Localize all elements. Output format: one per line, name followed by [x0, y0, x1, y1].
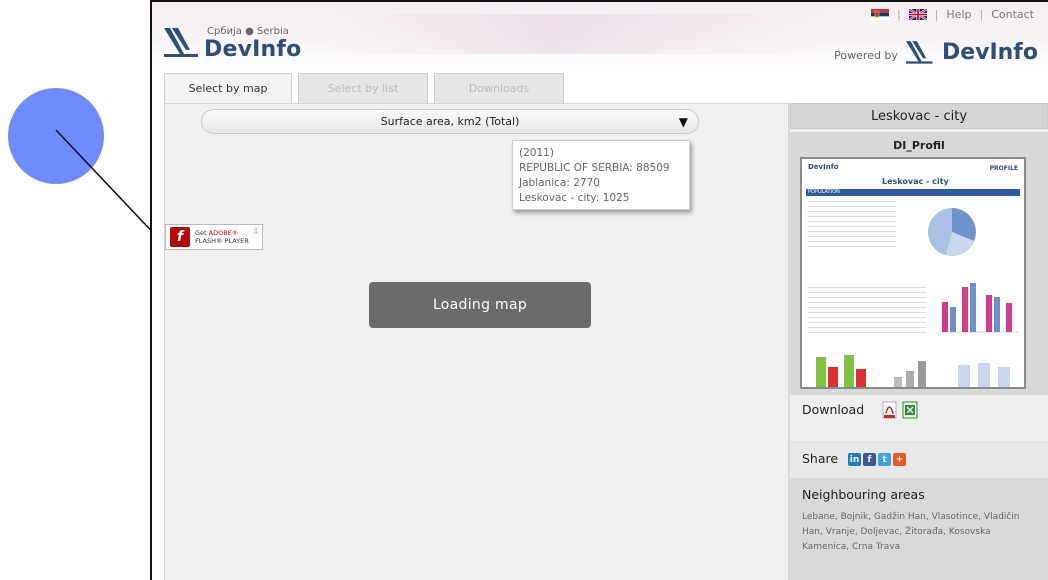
- link-separator: |: [896, 8, 901, 21]
- facebook-icon[interactable]: f: [863, 453, 876, 466]
- profile-title: DI_Profil: [893, 139, 945, 152]
- area-sidebar: Leskovac - city DI_Profil DevInfo PROFIL…: [789, 103, 1048, 580]
- map-panel: Surface area, km2 (Total) ▼ (2011) REPUB…: [164, 103, 789, 580]
- flash-adobe-label: ADOBE®: [208, 229, 239, 237]
- top-links: | | Help | Contact: [870, 8, 1034, 21]
- loading-map-indicator: Loading map: [369, 282, 591, 328]
- download-label: Download: [802, 402, 865, 417]
- profile-section: DI_Profil DevInfo PROFILE Leskovac - cit…: [790, 132, 1048, 395]
- profile-thumbnail[interactable]: DevInfo PROFILE Leskovac - city POPULATI…: [800, 157, 1026, 389]
- indicator-selected-value: Surface area, km2 (Total): [380, 115, 520, 128]
- tooltip-line: Jablanica: 2770: [519, 177, 600, 189]
- thumb-table-lines: [808, 287, 926, 337]
- thumb-small-charts: [816, 355, 1010, 387]
- tooltip-line: Leskovac - city: 1025: [519, 192, 630, 204]
- map-tooltip: (2011) REPUBLIC OF SERBIA: 88509 Jablani…: [512, 140, 690, 210]
- share-label: Share: [802, 451, 839, 466]
- thumb-city: Leskovac - city: [882, 177, 949, 186]
- powered-by-label: Powered by: [834, 48, 898, 62]
- thumb-pie-chart: [928, 208, 976, 256]
- tab-bar: Select by map Select by list Downloads: [164, 73, 564, 103]
- flash-icon: f: [170, 227, 190, 247]
- contact-link[interactable]: Contact: [991, 8, 1034, 21]
- flash-product-label: FLASH® PLAYER: [195, 237, 249, 245]
- help-link[interactable]: Help: [946, 8, 971, 21]
- thumb-brand: DevInfo: [808, 163, 839, 171]
- screen: Србија ● Serbia DevInfo | | Help | Conta…: [0, 0, 1048, 580]
- tooltip-line: REPUBLIC OF SERBIA: 88509: [519, 162, 670, 174]
- tab-select-by-map[interactable]: Select by map: [164, 73, 292, 103]
- neighbouring-areas-section: Neighbouring areas Lebane, Bojnik, Gadži…: [790, 479, 1048, 580]
- devinfo-logo-icon[interactable]: [162, 24, 202, 64]
- logo-subtitle: Србија ● Serbia: [207, 26, 289, 37]
- link-separator: |: [979, 8, 984, 21]
- download-arrow-icon: ⇩: [252, 227, 259, 236]
- devinfo-logo-icon: [905, 41, 933, 64]
- tooltip-year: (2011): [519, 147, 554, 159]
- serbian-flag-icon[interactable]: [870, 9, 889, 20]
- thumb-bar-chart: [938, 283, 1018, 333]
- site-header: Србија ● Serbia DevInfo | | Help | Conta…: [152, 2, 1048, 70]
- uk-flag-icon[interactable]: [908, 9, 927, 20]
- dropdown-caret-icon[interactable]: ▼: [679, 115, 688, 129]
- excel-icon[interactable]: [902, 401, 918, 419]
- link-separator: |: [934, 8, 939, 21]
- area-title: Leskovac - city: [790, 103, 1048, 129]
- pdf-icon[interactable]: [882, 401, 898, 419]
- powered-by: Powered by DevInfo: [834, 38, 1038, 66]
- annotation-circle: [8, 88, 104, 184]
- neighbouring-areas-list[interactable]: Lebane, Bojnik, Gadžin Han, Vlasotince, …: [802, 510, 1038, 555]
- share-section: Share in f t +: [790, 443, 1048, 479]
- tab-downloads[interactable]: Downloads: [434, 73, 564, 103]
- thumb-profile-label: PROFILE: [989, 165, 1018, 172]
- linkedin-icon[interactable]: in: [848, 453, 861, 466]
- indicator-dropdown[interactable]: Surface area, km2 (Total) ▼: [201, 109, 699, 134]
- page-frame: Србија ● Serbia DevInfo | | Help | Conta…: [150, 0, 1048, 580]
- download-section: Download: [790, 395, 1048, 443]
- flash-get-label: Get: [195, 229, 207, 237]
- flash-badge-text: Get ADOBE® FLASH® PLAYER: [195, 229, 249, 245]
- neighbouring-areas-title: Neighbouring areas: [802, 487, 925, 502]
- logo-wordmark[interactable]: DevInfo: [204, 37, 301, 62]
- twitter-icon[interactable]: t: [878, 453, 891, 466]
- tab-select-by-list[interactable]: Select by list: [298, 73, 428, 103]
- thumb-table-lines: [808, 201, 896, 249]
- get-flash-player-badge[interactable]: f Get ADOBE® FLASH® PLAYER ⇩: [165, 224, 263, 250]
- powered-by-wordmark: DevInfo: [941, 39, 1038, 65]
- thumb-section-label: POPULATION: [808, 189, 840, 195]
- share-plus-icon[interactable]: +: [893, 453, 906, 466]
